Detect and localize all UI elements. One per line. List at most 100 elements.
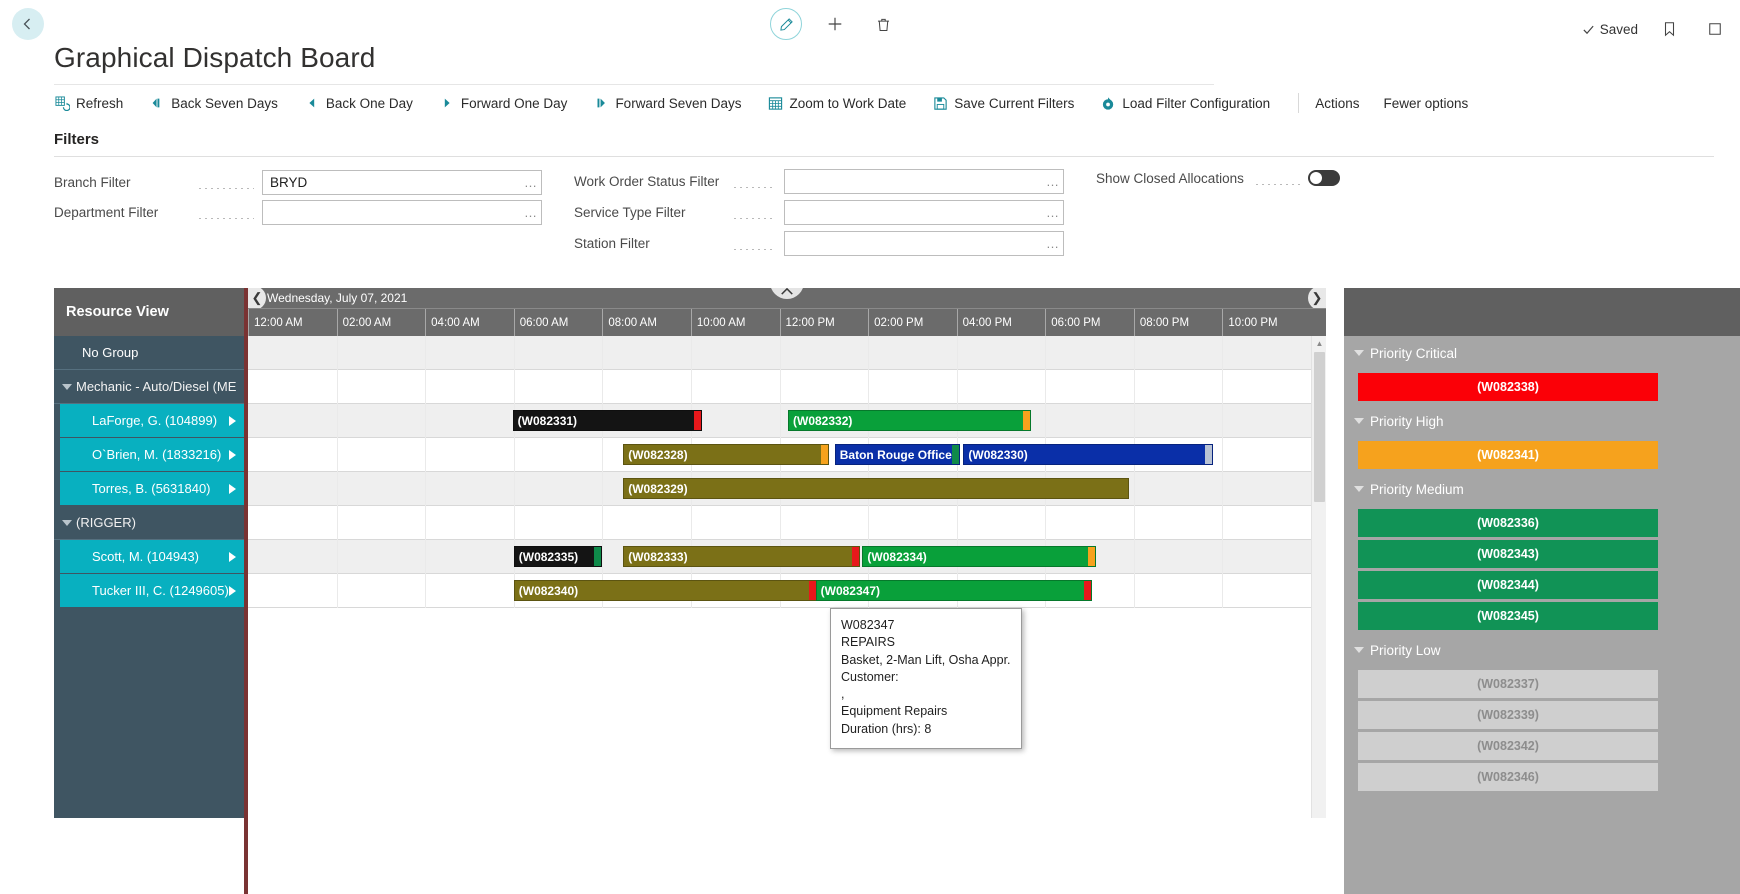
department-filter-lookup-icon[interactable]: … [519, 201, 541, 224]
resource-row-tucker[interactable]: Tucker III, C. (1249605) [60, 574, 244, 608]
hour-label: 04:00 PM [957, 309, 1046, 337]
gantt-bar[interactable]: (W082333) [623, 546, 860, 567]
edit-button[interactable] [770, 8, 802, 40]
load-filter-configuration-button[interactable]: Load Filter Configuration [1100, 95, 1282, 111]
dispatch-card[interactable]: (W082336) [1358, 509, 1658, 537]
timeline-prev-button[interactable]: ❮ [248, 288, 266, 310]
forward-one-day-button[interactable]: Forward One Day [439, 95, 580, 111]
zoom-to-work-date-button[interactable]: Zoom to Work Date [768, 95, 919, 111]
branch-filter-input[interactable]: BRYD … [262, 170, 542, 195]
dispatch-card[interactable]: (W082341) [1358, 441, 1658, 469]
gantt-row[interactable] [248, 336, 1326, 370]
leader-dots [197, 188, 254, 189]
gantt-bar[interactable]: (W082329) [623, 478, 1129, 499]
service-type-filter-lookup-icon[interactable]: … [1041, 201, 1063, 224]
hour-gridline [1134, 336, 1135, 608]
resource-row-scott[interactable]: Scott, M. (104943) [60, 540, 244, 574]
gantt-bar[interactable]: (W082340) [514, 580, 817, 601]
resource-row-obrien[interactable]: O`Brien, M. (1833216) [60, 438, 244, 472]
scroll-up-icon[interactable]: ▲ [1312, 336, 1326, 350]
hour-gridline [780, 336, 781, 608]
top-right-status: Saved [1582, 14, 1730, 44]
leader-dots [197, 218, 254, 219]
save-current-filters-button[interactable]: Save Current Filters [932, 95, 1086, 111]
actions-menu-button[interactable]: Actions [1315, 96, 1373, 111]
work-order-status-filter-lookup-icon[interactable]: … [1041, 170, 1063, 193]
gantt-bar[interactable]: (W082334) [862, 546, 1096, 567]
expand-icon [1708, 22, 1722, 36]
station-filter-input[interactable]: … [784, 231, 1064, 256]
collapse-filters-button[interactable] [770, 288, 804, 299]
dispatch-card[interactable]: (W082344) [1358, 571, 1658, 599]
gantt-bar[interactable]: Baton Rouge Office (W08 [835, 444, 960, 465]
action-ribbon: Refresh Back Seven Days Back One Day [54, 88, 1714, 118]
caret-down-icon [62, 384, 72, 390]
delete-button[interactable] [868, 9, 898, 39]
dispatch-card[interactable]: (W082342) [1358, 732, 1658, 760]
gantt-bar[interactable]: (W082331) [513, 410, 702, 431]
hour-gridline [1045, 336, 1046, 608]
department-filter-row: Department Filter … [54, 200, 542, 225]
dispatch-card[interactable]: (W082346) [1358, 763, 1658, 791]
dispatch-card[interactable]: (W082338) [1358, 373, 1658, 401]
resource-row-torres[interactable]: Torres, B. (5631840) [60, 472, 244, 506]
department-filter-input[interactable]: … [262, 200, 542, 225]
dispatch-group-header[interactable]: Priority Medium [1344, 472, 1740, 506]
gantt-bar-status-cap [594, 547, 601, 566]
gantt-bar-label: (W082332) [793, 414, 852, 428]
gantt-bar-label: (W082347) [821, 584, 880, 598]
resource-group-rigger[interactable]: (RIGGER) [54, 506, 244, 540]
scrollbar-thumb[interactable] [1314, 352, 1325, 502]
bookmark-button[interactable] [1654, 14, 1684, 44]
caret-down-icon [1354, 647, 1364, 653]
hour-label: 02:00 AM [337, 309, 426, 337]
dispatch-card[interactable]: (W082343) [1358, 540, 1658, 568]
chevron-right-icon[interactable] [229, 552, 236, 562]
timeline-rows: (W082331) (W082332) (W082328) Baton Rouge O… [248, 336, 1326, 818]
hour-label: 04:00 AM [425, 309, 514, 337]
back-one-day-button[interactable]: Back One Day [304, 95, 425, 111]
gantt-bar-label: (W082335) [519, 550, 578, 564]
chevron-right-icon[interactable] [229, 484, 236, 494]
show-closed-allocations-toggle[interactable] [1308, 170, 1340, 186]
refresh-button[interactable]: Refresh [54, 95, 135, 111]
back-seven-days-button[interactable]: Back Seven Days [149, 95, 290, 111]
dispatch-group-header[interactable]: Priority Critical [1344, 336, 1740, 370]
tooltip-line: Duration (hrs): 8 [841, 721, 1011, 738]
gantt-bar[interactable]: (W082347) [816, 580, 1092, 601]
forward-seven-days-button[interactable]: Forward Seven Days [593, 95, 753, 111]
timeline-vertical-scrollbar[interactable]: ▲ [1311, 336, 1326, 818]
gantt-row[interactable] [248, 370, 1326, 404]
fewer-options-button[interactable]: Fewer options [1383, 96, 1468, 111]
resource-row-no-group[interactable]: No Group [54, 336, 244, 370]
timeline-next-button[interactable]: ❯ [1308, 288, 1326, 310]
gantt-bar-label: (W082330) [968, 448, 1027, 462]
dispatch-group-header[interactable]: Priority High [1344, 404, 1740, 438]
resource-group-mechanic[interactable]: Mechanic - Auto/Diesel (ME [54, 370, 244, 404]
dispatch-group-header[interactable]: Priority Low [1344, 633, 1740, 667]
chevron-right-icon[interactable] [229, 586, 236, 596]
gantt-row[interactable] [248, 404, 1326, 438]
gantt-bar[interactable]: (W082330) [963, 444, 1213, 465]
gantt-row[interactable] [248, 506, 1326, 540]
expand-button[interactable] [1700, 14, 1730, 44]
branch-filter-lookup-icon[interactable]: … [519, 171, 541, 194]
new-button[interactable] [820, 9, 850, 39]
chevron-right-icon[interactable] [229, 450, 236, 460]
gantt-bar[interactable]: (W082332) [788, 410, 1031, 431]
chevron-right-icon[interactable] [229, 416, 236, 426]
service-type-filter-input[interactable]: … [784, 200, 1064, 225]
dispatch-group-label: Priority High [1370, 414, 1444, 429]
gantt-bar[interactable]: (W082335) [514, 546, 602, 567]
hour-gridline [602, 336, 603, 608]
dispatch-card[interactable]: (W082339) [1358, 701, 1658, 729]
hour-gridline [514, 336, 515, 608]
timeline-date-label: Wednesday, July 07, 2021 [267, 291, 407, 305]
dispatch-card[interactable]: (W082345) [1358, 602, 1658, 630]
work-order-status-filter-input[interactable]: … [784, 169, 1064, 194]
back-button[interactable] [12, 8, 44, 40]
gantt-bar[interactable]: (W082328) [623, 444, 829, 465]
station-filter-lookup-icon[interactable]: … [1041, 232, 1063, 255]
dispatch-card[interactable]: (W082337) [1358, 670, 1658, 698]
resource-row-laforge[interactable]: LaForge, G. (104899) [60, 404, 244, 438]
